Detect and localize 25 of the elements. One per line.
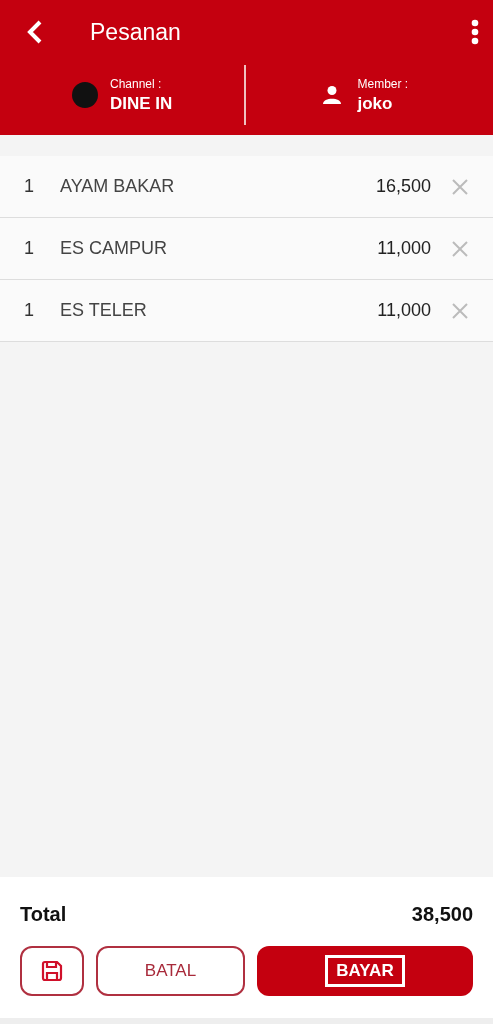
channel-label: Channel : [110, 76, 163, 91]
cancel-button[interactable]: BATAL [96, 946, 245, 996]
member-label: Member : [357, 76, 409, 91]
item-price: 11,000 [377, 300, 431, 321]
channel-value: DINE IN [110, 93, 173, 114]
member-value: joko [357, 93, 394, 114]
more-icon[interactable] [471, 19, 479, 45]
item-name: ES CAMPUR [60, 238, 168, 259]
item-quantity: 1 [23, 300, 35, 321]
order-row[interactable]: 1 AYAM BAKAR 16,500 [0, 156, 493, 218]
item-price: 16,500 [375, 176, 431, 197]
item-name: AYAM BAKAR [60, 176, 176, 197]
page-title: Pesanan [90, 18, 182, 46]
channel-dot-icon [72, 82, 98, 108]
pay-button[interactable]: BAYAR [257, 946, 473, 996]
person-icon [321, 85, 342, 105]
order-row[interactable]: 1 ES TELER 11,000 [0, 280, 493, 342]
item-price: 11,000 [377, 238, 431, 259]
item-quantity: 1 [23, 238, 35, 259]
item-name: ES TELER [60, 300, 148, 321]
total-label: Total [20, 903, 67, 926]
item-quantity: 1 [23, 176, 35, 197]
save-button[interactable] [20, 946, 84, 996]
total-amount: 38,500 [411, 903, 473, 926]
order-row[interactable]: 1 ES CAMPUR 11,000 [0, 218, 493, 280]
